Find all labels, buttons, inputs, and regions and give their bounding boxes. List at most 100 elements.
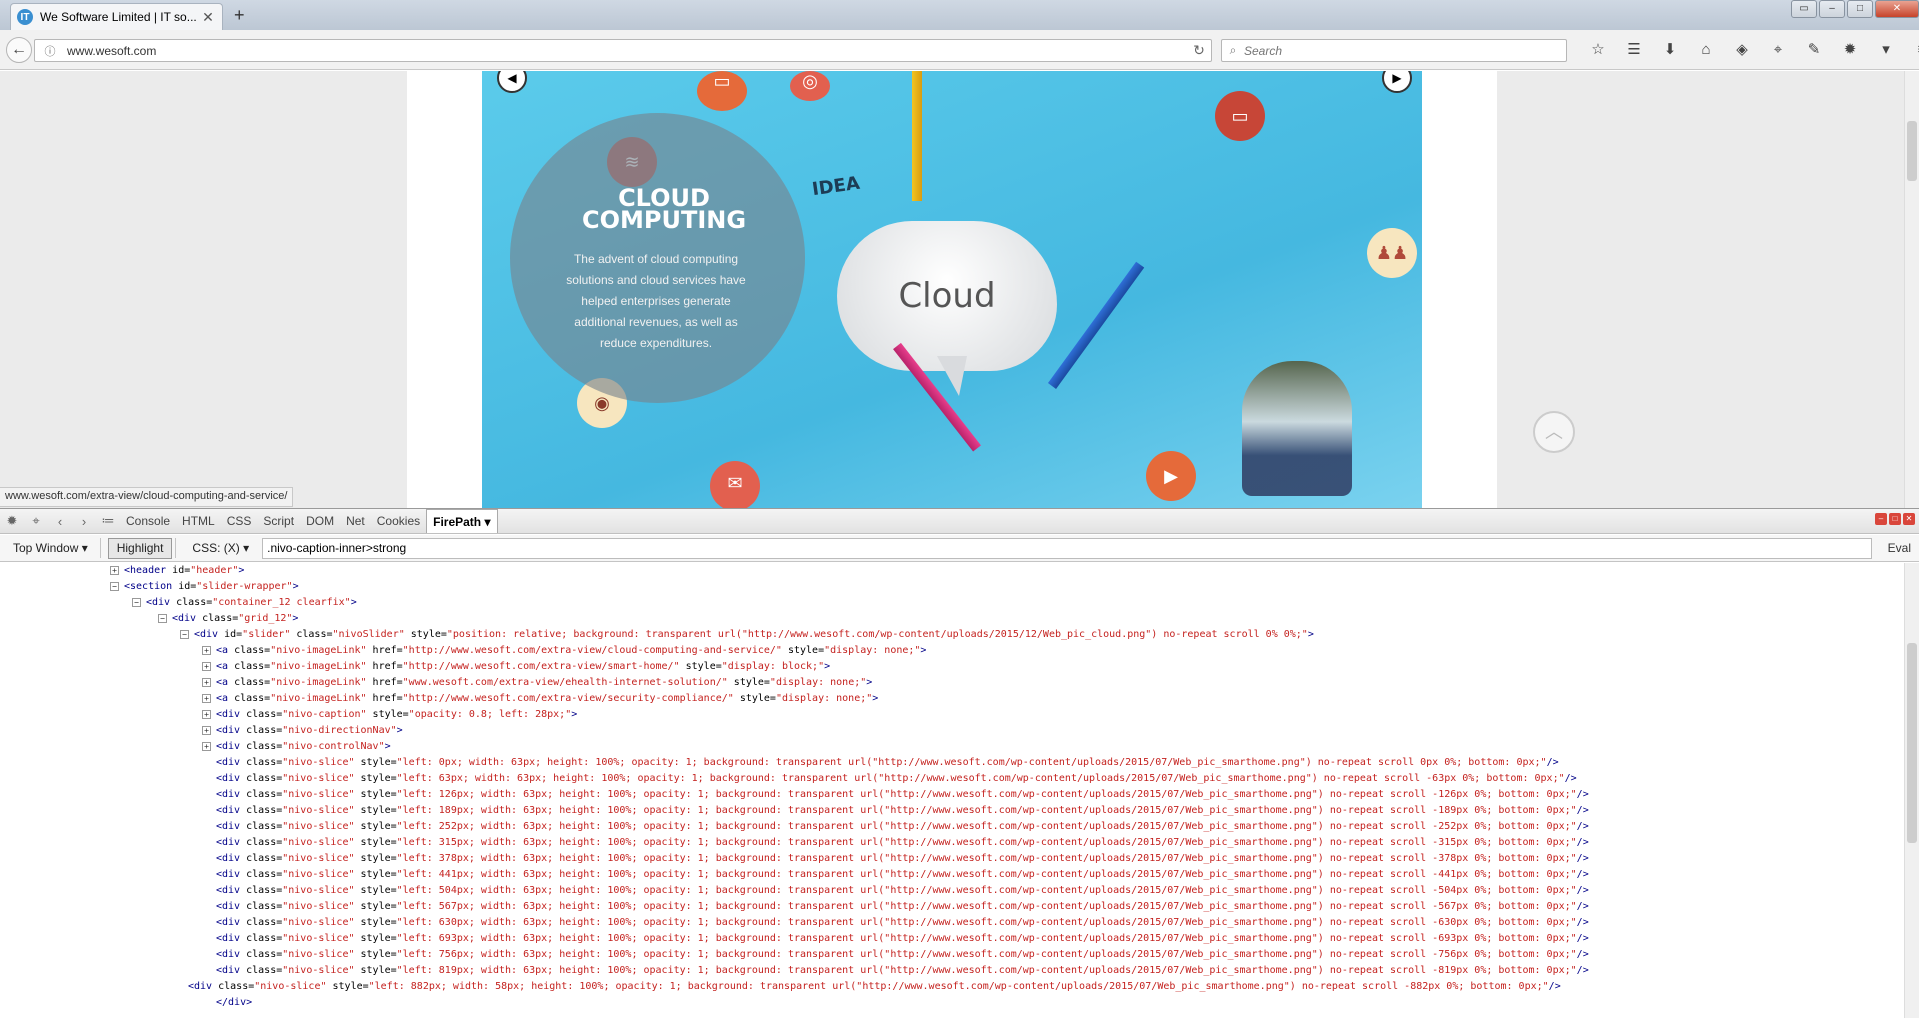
restore-icon[interactable]: ▭ xyxy=(1791,0,1817,18)
maximize-button[interactable]: □ xyxy=(1847,0,1873,18)
slider-image[interactable]: ◀ ▶ ▭ ◎ ▭ ♟♟ ◉ ✉ ▶ ≋ IDEA CLOUD COMPUTIN… xyxy=(482,71,1422,508)
pocket-icon[interactable]: ◈ xyxy=(1724,39,1760,61)
code-token: "nivo-imageLink" xyxy=(270,677,373,688)
tab-css[interactable]: CSS xyxy=(221,509,258,533)
hamburger-menu-icon[interactable]: ≡ xyxy=(1904,39,1919,61)
code-line[interactable]: <div class="nivo-slice" style="left: 630… xyxy=(216,915,1589,931)
tab-net[interactable]: Net xyxy=(340,509,371,533)
slider-next-arrow-icon[interactable]: ▶ xyxy=(1382,71,1412,93)
code-line[interactable]: <div class="nivo-slice" style="left: 504… xyxy=(216,883,1589,899)
expand-node-icon[interactable]: + xyxy=(202,661,211,671)
code-line[interactable]: <div class="nivo-slice" style="left: 189… xyxy=(216,803,1589,819)
expand-node-icon[interactable]: + xyxy=(202,725,211,735)
code-line[interactable]: </div> xyxy=(216,995,252,1011)
firebug-icon[interactable]: ✹ xyxy=(1832,39,1868,61)
tab-html[interactable]: HTML xyxy=(176,509,221,533)
code-token: > xyxy=(238,565,245,576)
tab-dom[interactable]: DOM xyxy=(300,509,340,533)
collapse-node-icon[interactable]: − xyxy=(132,597,141,607)
code-line[interactable]: <div class="nivo-slice" style="left: 882… xyxy=(188,979,1561,995)
close-panel-icon[interactable]: ✕ xyxy=(1903,513,1915,525)
code-line[interactable]: <div class="nivo-slice" style="left: 315… xyxy=(216,835,1589,851)
code-line[interactable]: + <a class="nivo-imageLink" href="www.wes… xyxy=(202,675,872,691)
browser-tab[interactable]: IT We Software Limited | IT so... ✕ xyxy=(10,3,223,30)
expand-node-icon[interactable]: + xyxy=(202,677,211,687)
collapse-node-icon[interactable]: − xyxy=(158,613,167,623)
window-select[interactable]: Top Window ▾ xyxy=(4,538,97,559)
expand-node-icon[interactable]: + xyxy=(202,693,211,703)
back-button[interactable]: ← xyxy=(6,37,32,63)
panel-scrollbar[interactable] xyxy=(1904,563,1919,1018)
tab-firepath[interactable]: FirePath ▾ xyxy=(426,509,498,533)
tab-cookies[interactable]: Cookies xyxy=(371,509,426,533)
code-line[interactable]: <div class="nivo-slice" style="left: 756… xyxy=(216,947,1589,963)
address-bar[interactable]: ⓘ www.wesoft.com ↻ xyxy=(34,39,1212,62)
reload-icon[interactable]: ↻ xyxy=(1187,42,1211,59)
code-line[interactable]: − <div class="container_12 clearfix"> xyxy=(132,595,357,611)
download-icon[interactable]: ⬇ xyxy=(1652,39,1688,61)
collapse-node-icon[interactable]: − xyxy=(180,629,189,639)
command-line-icon[interactable]: ≔ xyxy=(96,513,120,529)
close-window-button[interactable]: ✕ xyxy=(1875,0,1919,18)
panel-scrollbar-thumb[interactable] xyxy=(1907,643,1917,843)
code-token: <div xyxy=(216,837,247,848)
reading-list-icon[interactable]: ☰ xyxy=(1616,39,1652,61)
code-line[interactable]: − <div class="grid_12"> xyxy=(158,611,298,627)
close-tab-icon[interactable]: ✕ xyxy=(200,9,216,26)
code-line[interactable]: + <div class="nivo-controlNav"> xyxy=(202,739,391,755)
code-token: "display: block;" xyxy=(721,661,825,672)
code-line[interactable]: + <a class="nivo-imageLink" href="http://… xyxy=(202,691,878,707)
overflow-menu-icon[interactable]: ▾ xyxy=(1868,39,1904,61)
bookmark-star-icon[interactable]: ☆ xyxy=(1580,39,1616,61)
page-scrollbar-thumb[interactable] xyxy=(1907,121,1917,181)
expand-node-icon[interactable]: + xyxy=(202,741,211,751)
expand-node-icon[interactable]: + xyxy=(202,709,211,719)
search-input[interactable] xyxy=(1244,43,1544,58)
forward-arrow-icon[interactable]: › xyxy=(72,514,96,529)
code-token: "left: 630px; width: 63px; height: 100%;… xyxy=(396,917,1577,928)
page-scrollbar[interactable] xyxy=(1904,71,1919,508)
code-line[interactable]: + <div class="nivo-directionNav"> xyxy=(202,723,403,739)
firebug-menu-icon[interactable]: ✹ xyxy=(0,513,24,529)
code-line[interactable]: <div class="nivo-slice" style="left: 567… xyxy=(216,899,1589,915)
code-line[interactable]: <div class="nivo-slice" style="left: 378… xyxy=(216,851,1589,867)
firepath-icon[interactable]: ⌖ xyxy=(1760,39,1796,61)
minimize-button[interactable]: – xyxy=(1819,0,1845,18)
code-line[interactable]: <div class="nivo-slice" style="left: 0px… xyxy=(216,755,1559,771)
code-line[interactable]: + <header id="header"> xyxy=(110,563,244,579)
info-icon[interactable]: ⓘ xyxy=(41,43,59,59)
code-token: <div xyxy=(216,757,247,768)
code-line[interactable]: − <div id="slider" class="nivoSlider" sty… xyxy=(180,627,1314,643)
code-line[interactable]: + <a class="nivo-imageLink" href="http://… xyxy=(202,643,926,659)
back-arrow-icon[interactable]: ‹ xyxy=(48,514,72,529)
search-box[interactable]: ⌕ xyxy=(1221,39,1567,62)
home-icon[interactable]: ⌂ xyxy=(1688,39,1724,61)
code-line[interactable]: <div class="nivo-slice" style="left: 126… xyxy=(216,787,1589,803)
new-tab-button[interactable]: + xyxy=(234,5,245,26)
tab-script[interactable]: Script xyxy=(257,509,300,533)
minimize-panel-icon[interactable]: – xyxy=(1875,513,1887,525)
code-line[interactable]: − <section id="slider-wrapper"> xyxy=(110,579,299,595)
detach-panel-icon[interactable]: □ xyxy=(1889,513,1901,525)
code-line[interactable]: + <div class="nivo-caption" style="opacit… xyxy=(202,707,577,723)
css-mode-select[interactable]: CSS: (X) ▾ xyxy=(183,538,258,559)
url-text[interactable]: www.wesoft.com xyxy=(59,44,1187,58)
code-line[interactable]: <div class="nivo-slice" style="left: 63p… xyxy=(216,771,1577,787)
collapse-node-icon[interactable]: − xyxy=(110,581,119,591)
expand-node-icon[interactable]: + xyxy=(110,565,119,575)
code-line[interactable]: + <a class="nivo-imageLink" href="http://… xyxy=(202,659,830,675)
eval-button[interactable]: Eval xyxy=(1888,541,1911,555)
inspect-icon[interactable]: ⌖ xyxy=(24,513,48,529)
code-line[interactable]: <div class="nivo-slice" style="left: 252… xyxy=(216,819,1589,835)
selector-input[interactable] xyxy=(262,537,1873,559)
slider-prev-arrow-icon[interactable]: ◀ xyxy=(497,71,527,93)
screenshot-icon[interactable]: ✎ xyxy=(1796,39,1832,61)
code-line[interactable]: <div class="nivo-slice" style="left: 441… xyxy=(216,867,1589,883)
code-line[interactable]: <div class="nivo-slice" style="left: 693… xyxy=(216,931,1589,947)
highlight-button[interactable]: Highlight xyxy=(107,537,173,559)
expand-node-icon[interactable]: + xyxy=(202,645,211,655)
code-line[interactable]: <div class="nivo-slice" style="left: 819… xyxy=(216,963,1589,979)
code-token: style= xyxy=(332,981,369,992)
tab-console[interactable]: Console xyxy=(120,509,176,533)
scroll-to-top-button[interactable]: ︿ xyxy=(1533,411,1575,453)
